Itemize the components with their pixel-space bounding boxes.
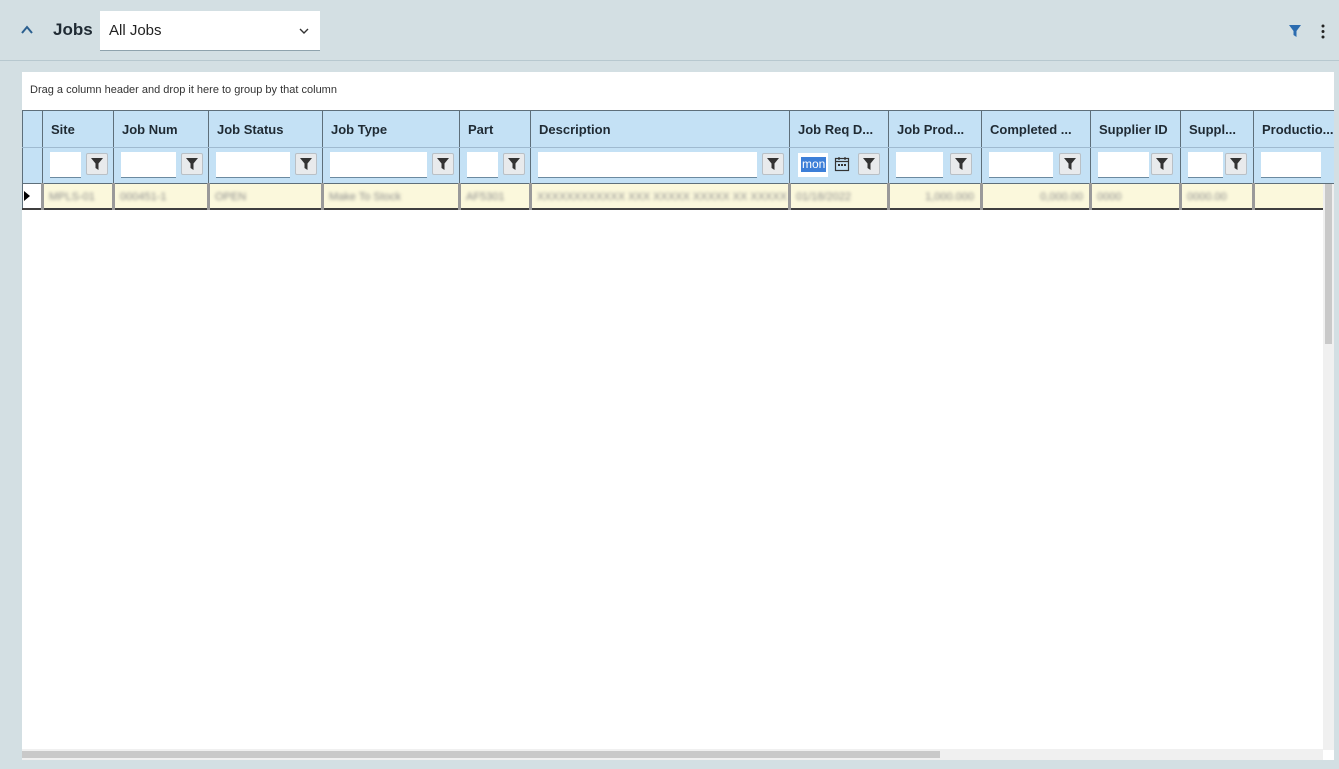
filter-input-supplier-id[interactable] [1098, 152, 1149, 178]
filter-cell-job-status [208, 147, 323, 184]
vertical-scrollbar-thumb[interactable] [1325, 184, 1332, 344]
column-header-job-prod[interactable]: Job Prod... [888, 110, 982, 148]
filter-cell-part [459, 147, 531, 184]
filter-input-job-status[interactable] [216, 152, 290, 178]
filter-row-selector [22, 147, 43, 184]
filter-input-description[interactable] [538, 152, 757, 178]
filter-button-job-num[interactable] [181, 153, 203, 175]
filter-button-site[interactable] [86, 153, 108, 175]
date-filter-text: mon [801, 157, 827, 172]
cell-job-req-date[interactable]: 01/18/2022 [788, 183, 889, 210]
vertical-scrollbar[interactable] [1323, 184, 1334, 750]
column-header-job-type[interactable]: Job Type [322, 110, 460, 148]
jobs-grid: Drag a column header and drop it here to… [22, 72, 1334, 760]
filter-input-part[interactable] [467, 152, 498, 178]
filter-icon [767, 158, 779, 170]
table-row[interactable]: MPLS-01 000451-1 OPEN Make To Stock AF53… [22, 183, 1334, 210]
grid-table: Site Job Num Job Status Job Type Part De… [22, 110, 1334, 210]
filter-cell-description [530, 147, 790, 184]
horizontal-scrollbar-thumb[interactable] [22, 751, 940, 758]
filter-button-completed[interactable] [1059, 153, 1081, 175]
cell-job-status[interactable]: OPEN [207, 183, 323, 210]
filter-icon [300, 158, 312, 170]
more-vertical-icon[interactable] [1320, 24, 1326, 39]
filter-input-completed[interactable] [989, 152, 1053, 178]
filter-input-job-prod[interactable] [896, 152, 943, 178]
column-header-suppl[interactable]: Suppl... [1180, 110, 1254, 148]
filter-input-suppl[interactable] [1188, 152, 1223, 178]
filter-button-job-req-date[interactable] [858, 153, 880, 175]
filter-cell-supplier-id [1090, 147, 1181, 184]
calendar-icon[interactable] [834, 156, 850, 172]
cell-site[interactable]: MPLS-01 [41, 183, 114, 210]
filter-icon [91, 158, 103, 170]
filter-cell-job-prod [888, 147, 982, 184]
filter-button-part[interactable] [503, 153, 525, 175]
filter-icon [508, 158, 520, 170]
row-indicator-icon [24, 191, 30, 201]
row-selector-header [22, 110, 43, 148]
cell-part[interactable]: AF5301 [458, 183, 531, 210]
cell-supplier-id[interactable]: 0000 [1089, 183, 1181, 210]
chevron-down-icon [299, 28, 309, 34]
column-header-production[interactable]: Productio... [1253, 110, 1334, 148]
view-select[interactable]: All Jobs [100, 11, 320, 51]
filter-cell-suppl [1180, 147, 1254, 184]
filter-icon[interactable] [1288, 24, 1302, 38]
column-header-description[interactable]: Description [530, 110, 790, 148]
cell-description[interactable]: XXXXXXXXXXXX XXX XXXXX XXXXX XX XXXXX ..… [529, 183, 790, 210]
filter-cell-site [42, 147, 114, 184]
filter-icon [1230, 158, 1242, 170]
filter-button-supplier-id[interactable] [1151, 153, 1173, 175]
column-header-part[interactable]: Part [459, 110, 531, 148]
filter-button-job-status[interactable] [295, 153, 317, 175]
column-header-job-num[interactable]: Job Num [113, 110, 209, 148]
filter-cell-job-req-date: mon [789, 147, 889, 184]
column-header-job-status[interactable]: Job Status [208, 110, 323, 148]
filter-icon [863, 158, 875, 170]
horizontal-scrollbar[interactable] [22, 749, 1323, 760]
filter-cell-production [1253, 147, 1334, 184]
filter-input-site[interactable] [50, 152, 81, 178]
group-by-drop-zone[interactable]: Drag a column header and drop it here to… [30, 84, 337, 96]
row-selector[interactable] [22, 183, 43, 210]
cell-job-prod[interactable]: 1,000.000 [887, 183, 982, 210]
column-header-completed[interactable]: Completed ... [981, 110, 1091, 148]
filter-icon [955, 158, 967, 170]
filter-button-job-type[interactable] [432, 153, 454, 175]
cell-production[interactable] [1252, 183, 1334, 210]
view-select-value: All Jobs [109, 22, 162, 39]
filter-icon [186, 158, 198, 170]
cell-job-type[interactable]: Make To Stock [321, 183, 460, 210]
filter-button-job-prod[interactable] [950, 153, 972, 175]
cell-suppl[interactable]: 0000.00 [1179, 183, 1254, 210]
chevron-up-icon[interactable] [18, 22, 36, 38]
filter-input-job-num[interactable] [121, 152, 176, 178]
panel-title: Jobs [53, 20, 93, 39]
filter-icon [1156, 158, 1168, 170]
column-header-job-req-date[interactable]: Job Req D... [789, 110, 889, 148]
filter-button-description[interactable] [762, 153, 784, 175]
column-header-site[interactable]: Site [42, 110, 114, 148]
filter-button-suppl[interactable] [1225, 153, 1247, 175]
cell-job-num[interactable]: 000451-1 [112, 183, 209, 210]
panel-header: Jobs All Jobs [0, 0, 1339, 61]
filter-icon [1064, 158, 1076, 170]
filter-input-job-req-date[interactable]: mon [798, 153, 828, 177]
filter-input-production[interactable] [1261, 152, 1321, 178]
filter-cell-job-type [322, 147, 460, 184]
filter-input-job-type[interactable] [330, 152, 427, 178]
filter-icon [437, 158, 449, 170]
filter-cell-completed [981, 147, 1091, 184]
filter-cell-job-num [113, 147, 209, 184]
column-header-supplier-id[interactable]: Supplier ID [1090, 110, 1181, 148]
cell-completed[interactable]: 0,000.00 [980, 183, 1091, 210]
